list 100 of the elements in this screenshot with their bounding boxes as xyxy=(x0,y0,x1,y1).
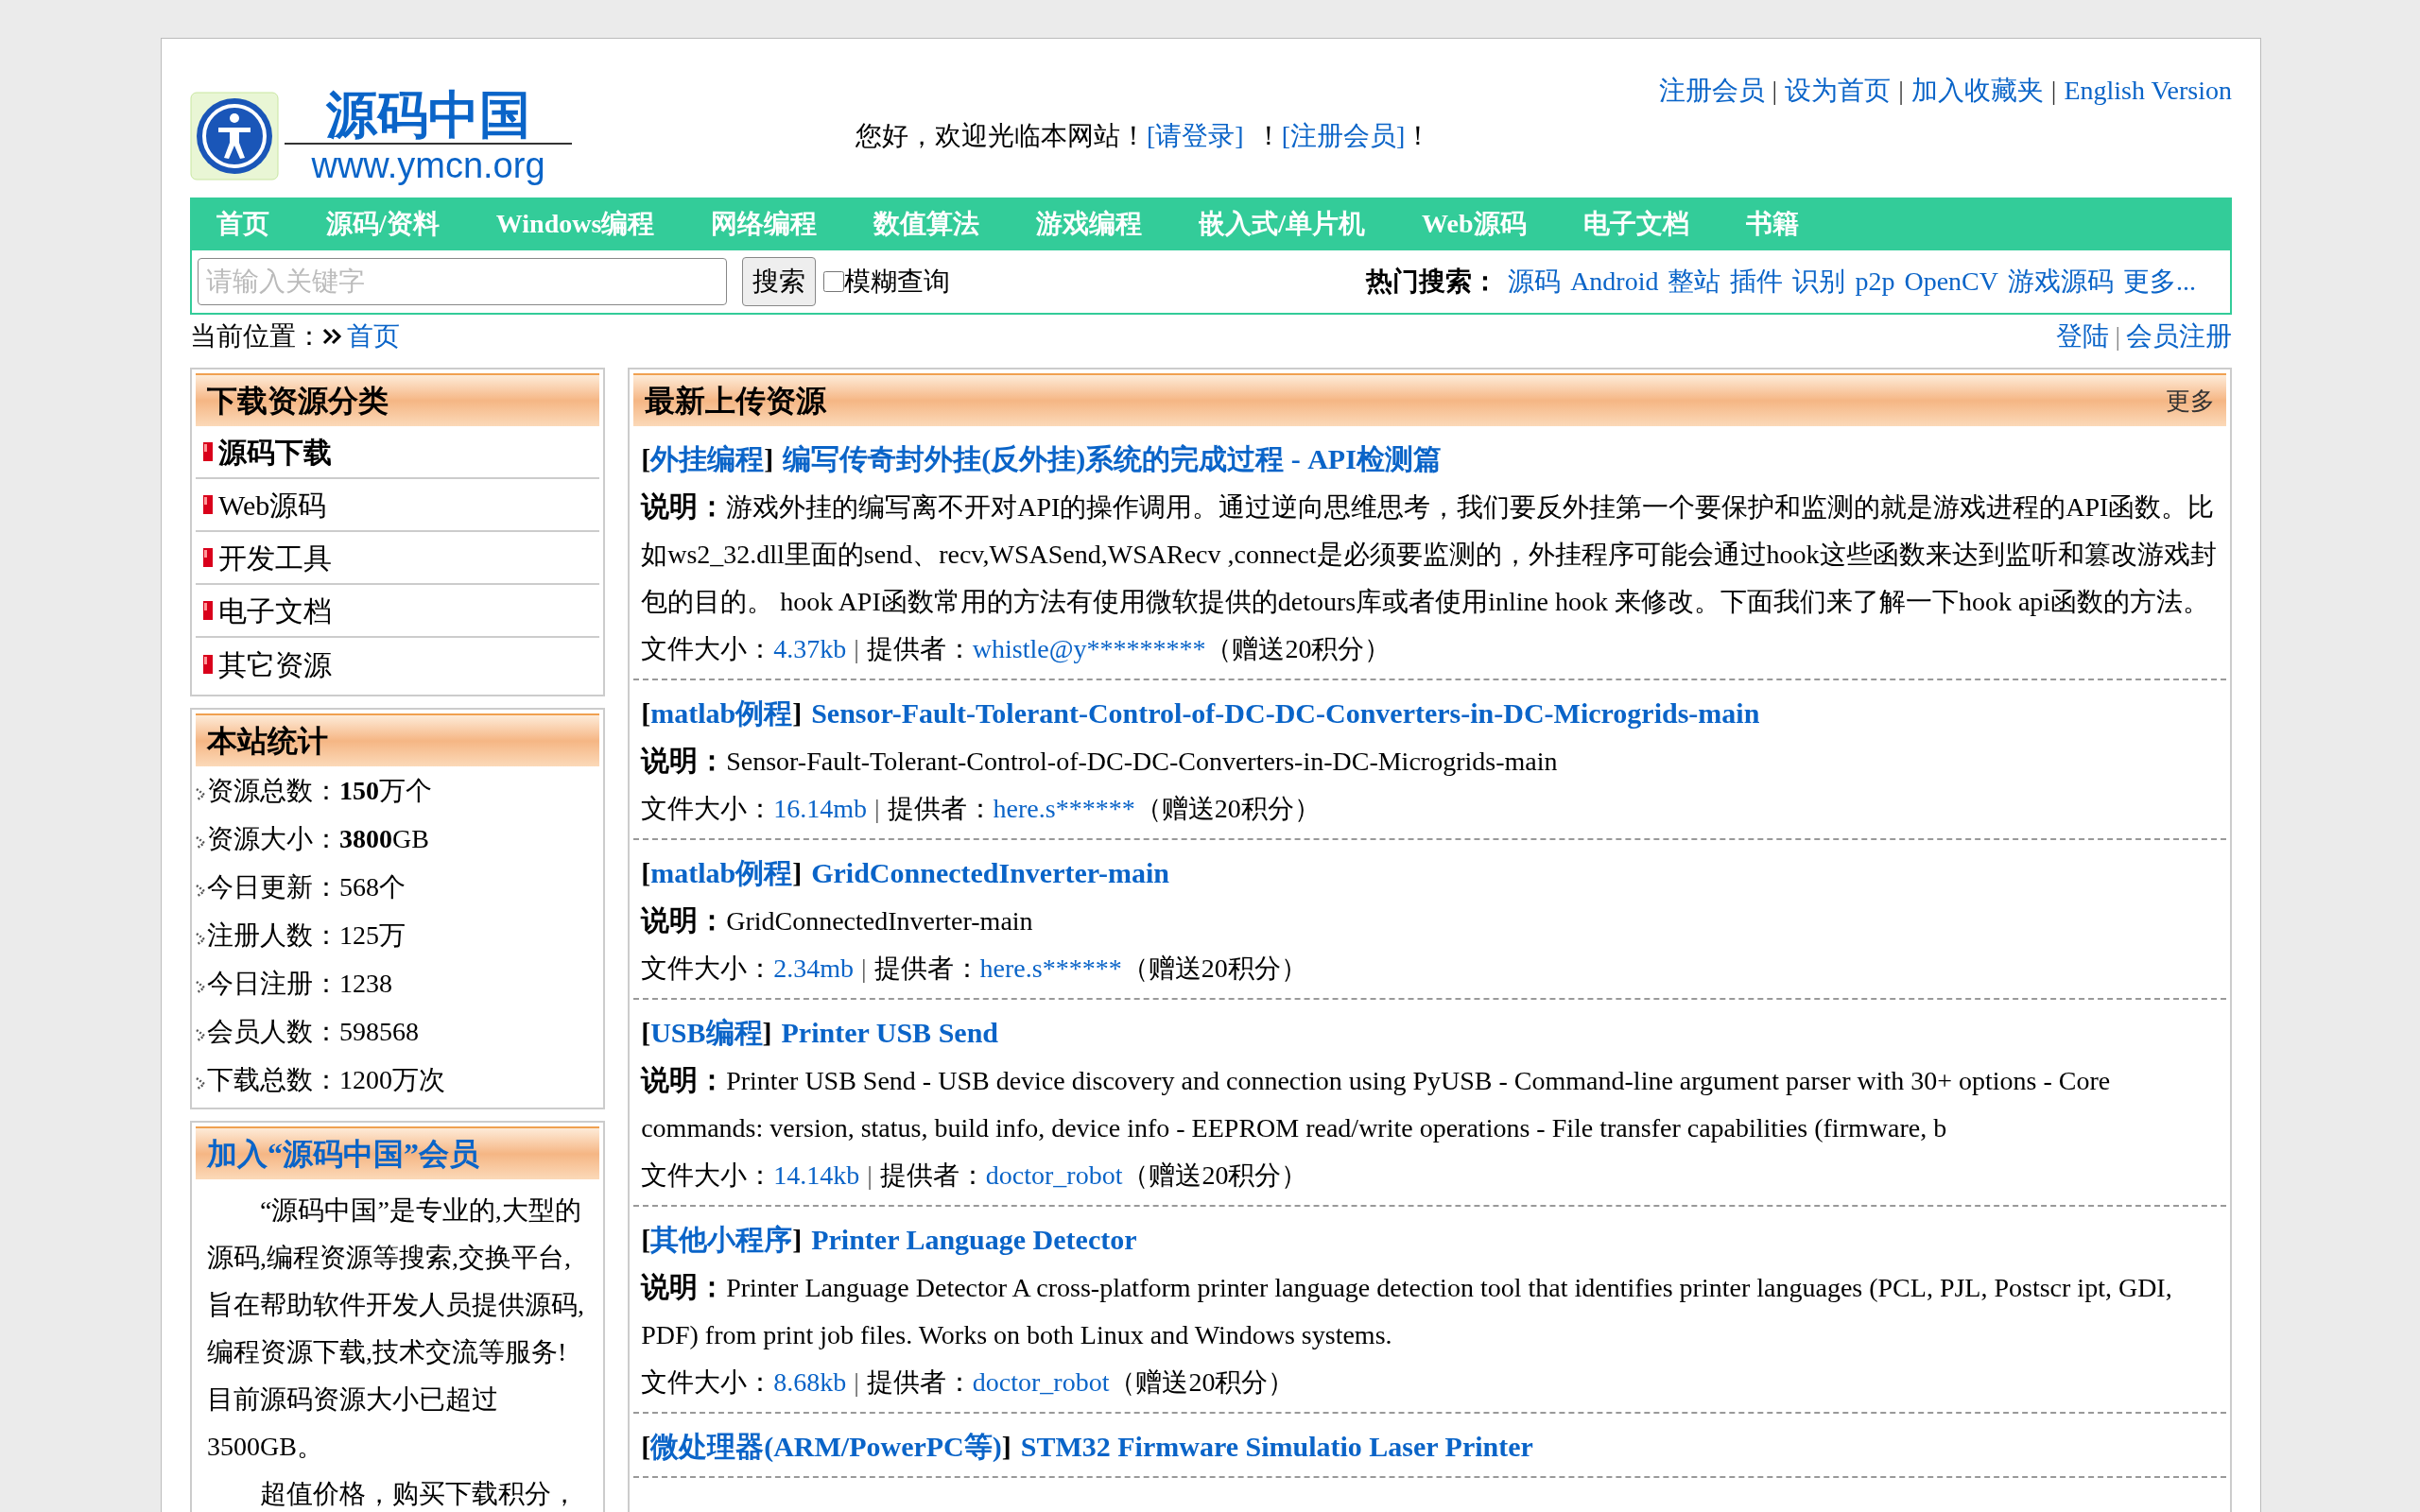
stat-text: 下载总数：1200万次 xyxy=(207,1063,445,1096)
file-size-label: 文件大小： xyxy=(641,793,774,825)
hot-search-link[interactable]: Android xyxy=(1570,262,1659,301)
search-button[interactable]: 搜索 xyxy=(742,257,816,306)
bracket-text: [ xyxy=(641,1016,651,1050)
file-size-link[interactable]: 8.68kb xyxy=(773,1359,847,1406)
hot-search-link[interactable]: 识别 xyxy=(1792,262,1846,301)
separator: | xyxy=(1772,75,1778,107)
separator: | xyxy=(867,1160,873,1192)
file-size-link[interactable]: 14.14kb xyxy=(773,1152,860,1199)
hot-search-link[interactable]: 更多... xyxy=(2123,262,2196,301)
top-link[interactable]: 设为首页 xyxy=(1785,71,1892,111)
bonus-text: （赠送20积分） xyxy=(1109,1366,1295,1399)
bracket-text: ] xyxy=(764,442,774,476)
resource-title-link[interactable]: Sensor-Fault-Tolerant-Control-of-DC-DC-Converters-in-DC-Microgrids-main xyxy=(811,690,1760,737)
file-size-link[interactable]: 2.34mb xyxy=(773,945,854,992)
join-paragraph: 超值价格，购买下载积分， xyxy=(259,1478,579,1510)
bullet-icon xyxy=(203,548,213,567)
provider-label: 提供者： xyxy=(879,1160,986,1192)
provider-link[interactable]: whistle@y********* xyxy=(972,626,1206,673)
bracket-text: ] xyxy=(792,856,803,890)
panel-title: 最新上传资源 xyxy=(645,383,827,420)
category-link[interactable]: USB编程 xyxy=(650,1009,763,1057)
bracket-text: [ xyxy=(641,696,651,730)
file-size-label: 文件大小： xyxy=(641,633,774,665)
separator: | xyxy=(873,793,880,825)
provider-link[interactable]: doctor_robot xyxy=(972,1359,1110,1406)
stat-text: 资源大小：3800GB xyxy=(207,822,429,855)
stat-text: 今日注册：1238 xyxy=(207,967,392,1000)
bonus-text: （赠送20积分） xyxy=(1205,633,1392,665)
logo-title: 源码中国 xyxy=(285,86,572,145)
provider-label: 提供者： xyxy=(873,953,980,985)
bullet-icon xyxy=(203,495,213,514)
search-field[interactable]: 请输入关键字 xyxy=(198,258,727,305)
resource-title-link[interactable]: Printer USB Send xyxy=(781,1009,998,1057)
category-item[interactable]: Web源码 xyxy=(196,479,600,532)
file-size-label: 文件大小： xyxy=(641,1366,774,1399)
separator: | xyxy=(854,1366,859,1399)
bullet-icon xyxy=(203,601,213,620)
bracket-text: [ xyxy=(641,856,651,890)
welcome-text: ！ xyxy=(1254,120,1282,152)
category-item[interactable]: 电子文档 xyxy=(196,585,600,638)
hot-search-link[interactable]: p2p xyxy=(1855,262,1895,301)
more-link[interactable]: 更多 xyxy=(2166,382,2215,420)
stat-text: 注册人数：125万 xyxy=(207,919,406,952)
breadcrumb-label: 当前位置： xyxy=(190,320,322,352)
bullet-icon xyxy=(203,442,213,461)
provider-link[interactable]: here.s****** xyxy=(993,785,1135,833)
file-size-link[interactable]: 16.14mb xyxy=(773,785,867,833)
fuzzy-checkbox[interactable] xyxy=(823,271,844,292)
provider-label: 提供者： xyxy=(866,1366,973,1399)
category-link[interactable]: 微处理器(ARM/PowerPC等) xyxy=(650,1423,1002,1470)
category-link[interactable]: 其他小程序 xyxy=(650,1216,793,1263)
file-size-label: 文件大小： xyxy=(641,953,774,985)
category-link[interactable]: 外挂编程 xyxy=(650,436,765,483)
stat-text: 今日更新：568个 xyxy=(207,870,406,903)
hot-search-link[interactable]: 整站 xyxy=(1668,262,1721,301)
breadcrumb-link[interactable]: 首页 xyxy=(347,317,400,356)
logo-url: www.ymcn.org xyxy=(311,145,545,186)
welcome-text: ！ xyxy=(1405,120,1432,152)
resource-title-link[interactable]: Printer Language Detector xyxy=(811,1216,1137,1263)
bracket-text: ] xyxy=(792,696,803,730)
file-size-link[interactable]: 4.37kb xyxy=(773,626,847,673)
resource-title-link[interactable]: GridConnectedInverter-main xyxy=(811,850,1169,897)
double-chevron-icon xyxy=(322,327,343,346)
provider-link[interactable]: doctor_robot xyxy=(985,1152,1123,1199)
register-link[interactable]: [注册会员] xyxy=(1281,116,1406,156)
resource-title-link[interactable]: 编写传奇封外挂(反外挂)系统的完成过程 - API检测篇 xyxy=(783,436,1442,483)
stat-text: 资源总数：150万个 xyxy=(207,774,432,807)
panel-title: 加入“源码中国”会员 xyxy=(207,1136,479,1173)
bonus-text: （赠送20积分） xyxy=(1134,793,1321,825)
provider-link[interactable]: here.s****** xyxy=(979,945,1122,992)
provider-label: 提供者： xyxy=(887,793,994,825)
bracket-text: ] xyxy=(792,1223,803,1257)
bracket-text: [ xyxy=(641,1430,651,1464)
user-link[interactable]: 登陆 xyxy=(2056,317,2110,356)
stat-text: 会员人数：598568 xyxy=(207,1015,419,1048)
panel-title: 本站统计 xyxy=(207,723,328,760)
bullet-icon xyxy=(203,655,213,674)
hot-search-label: 热门搜索： xyxy=(1366,266,1499,298)
category-item[interactable]: 其它资源 xyxy=(196,638,600,691)
hot-search-link[interactable]: OpenCV xyxy=(1904,262,1998,301)
bonus-text: （赠送20积分） xyxy=(1121,953,1307,985)
resource-description: 说明：GridConnectedInverter-main xyxy=(641,903,1034,937)
top-link[interactable]: 注册会员 xyxy=(1658,71,1765,111)
hot-search-link[interactable]: 插件 xyxy=(1730,262,1784,301)
hot-search-link[interactable]: 源码 xyxy=(1508,262,1562,301)
bracket-text: ] xyxy=(762,1016,772,1050)
top-link[interactable]: 加入收藏夹 xyxy=(1910,71,2044,111)
resource-title-link[interactable]: STM32 Firmware Simulatio Laser Printer xyxy=(1020,1423,1533,1470)
category-item[interactable]: 开发工具 xyxy=(196,532,600,585)
fuzzy-label: 模糊查询 xyxy=(844,266,950,298)
top-link[interactable]: English Version xyxy=(2064,71,2232,111)
hot-search-link[interactable]: 游戏源码 xyxy=(2008,262,2114,301)
bracket-text: [ xyxy=(641,1223,651,1257)
user-link[interactable]: 会员注册 xyxy=(2126,317,2232,356)
category-link[interactable]: matlab例程 xyxy=(650,690,793,737)
category-item[interactable]: 源码下载 xyxy=(196,426,600,479)
login-link[interactable]: [请登录] xyxy=(1147,116,1244,156)
category-link[interactable]: matlab例程 xyxy=(650,850,793,897)
